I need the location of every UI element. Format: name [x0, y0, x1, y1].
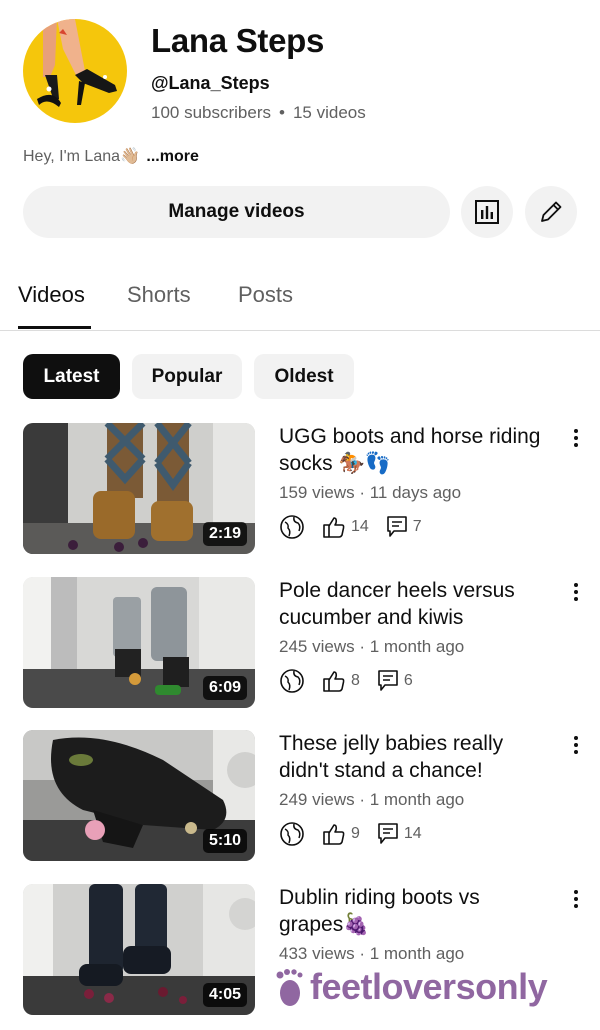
globe-icon	[280, 669, 304, 693]
likes: 9	[321, 821, 360, 847]
legs-illustration	[37, 19, 117, 107]
video-title[interactable]: Dublin riding boots vs grapes🍇	[279, 884, 544, 938]
channel-handle: @Lana_Steps	[151, 73, 270, 93]
channel-tabs: Videos Shorts Posts	[0, 270, 600, 331]
video-stats: 9 14	[279, 820, 438, 848]
video-item[interactable]: 5:10 These jelly babies really didn't st…	[0, 730, 600, 865]
comment-icon	[378, 823, 398, 844]
more-options-icon[interactable]	[568, 888, 584, 910]
view-count: 159 views	[279, 483, 355, 502]
comment-count: 7	[412, 518, 422, 535]
thumbs-up-icon	[323, 671, 345, 692]
video-item[interactable]: 2:19 UGG boots and horse riding socks 🏇👣…	[0, 423, 600, 558]
comment-count: 14	[403, 825, 422, 842]
video-thumbnail[interactable]: 4:05	[23, 884, 255, 1015]
video-thumbnail[interactable]: 6:09	[23, 577, 255, 708]
like-count: 8	[351, 672, 360, 689]
upload-age: 1 month ago	[369, 944, 465, 963]
active-tab-indicator	[18, 326, 91, 329]
video-item[interactable]: 6:09 Pole dancer heels versus cucumber a…	[0, 577, 600, 712]
edit-channel-button[interactable]	[525, 186, 577, 238]
subscriber-count: 100 subscribers	[151, 103, 272, 122]
analytics-button[interactable]	[461, 186, 513, 238]
channel-avatar[interactable]	[23, 19, 127, 123]
like-count: 9	[351, 825, 360, 842]
more-options-icon[interactable]	[568, 734, 584, 756]
watermark: feetloversonly	[272, 965, 548, 1009]
more-link[interactable]: ...more	[146, 148, 198, 165]
view-count: 245 views	[279, 637, 355, 656]
chip-latest[interactable]: Latest	[23, 354, 120, 399]
about-text: Hey, I'm Lana👋🏼	[23, 148, 140, 165]
video-stats: 14 7	[279, 513, 438, 541]
comments: 6	[376, 668, 413, 694]
likes: 8	[321, 668, 360, 694]
upload-age: 1 month ago	[369, 790, 465, 809]
video-duration: 4:05	[202, 983, 247, 1007]
likes: 14	[321, 514, 369, 540]
analytics-icon	[475, 200, 499, 224]
thumbs-up-icon	[323, 517, 345, 538]
visibility	[279, 821, 305, 847]
more-options-icon[interactable]	[568, 427, 584, 449]
like-count: 14	[351, 518, 369, 535]
globe-icon	[280, 822, 304, 846]
chip-popular[interactable]: Popular	[132, 354, 242, 399]
video-stats: 8 6	[279, 667, 429, 695]
comment-icon	[386, 516, 407, 537]
manage-videos-button[interactable]: Manage videos	[23, 186, 450, 238]
footprint-icon	[276, 969, 303, 1006]
video-meta: 433 views · 1 month ago	[279, 944, 465, 963]
video-title[interactable]: These jelly babies really didn't stand a…	[279, 730, 544, 784]
video-meta: 249 views · 1 month ago	[279, 790, 465, 809]
tab-posts[interactable]: Posts	[238, 282, 293, 308]
tab-shorts[interactable]: Shorts	[127, 282, 191, 308]
upload-age: 11 days ago	[369, 483, 462, 502]
comment-icon	[378, 670, 398, 691]
comments: 14	[376, 821, 422, 847]
pencil-icon	[541, 201, 562, 222]
channel-about[interactable]: Hey, I'm Lana👋🏼 ...more	[23, 146, 199, 166]
tab-videos[interactable]: Videos	[18, 282, 85, 308]
watermark-text: feetloversonly	[310, 966, 548, 1007]
view-count: 433 views	[279, 944, 355, 963]
video-thumbnail[interactable]: 2:19	[23, 423, 255, 554]
video-duration: 6:09	[202, 676, 247, 700]
comment-count: 6	[403, 672, 413, 689]
upload-age: 1 month ago	[369, 637, 465, 656]
video-title[interactable]: Pole dancer heels versus cucumber and ki…	[279, 577, 544, 631]
channel-name: Lana Steps	[151, 22, 325, 59]
video-count: 15 videos	[292, 103, 366, 122]
video-meta: 159 views · 11 days ago	[279, 483, 462, 502]
view-count: 249 views	[279, 790, 355, 809]
comments: 7	[385, 514, 422, 540]
video-duration: 5:10	[202, 829, 247, 853]
separator-dot: •	[279, 103, 285, 122]
more-options-icon[interactable]	[568, 581, 584, 603]
chip-oldest[interactable]: Oldest	[254, 354, 354, 399]
video-meta: 245 views · 1 month ago	[279, 637, 465, 656]
globe-icon	[280, 515, 304, 539]
video-title[interactable]: UGG boots and horse riding socks 🏇👣	[279, 423, 544, 477]
visibility	[279, 668, 305, 694]
thumbs-up-icon	[323, 824, 345, 845]
video-thumbnail[interactable]: 5:10	[23, 730, 255, 861]
video-duration: 2:19	[202, 522, 247, 546]
channel-stats: 100 subscribers • 15 videos	[151, 103, 366, 123]
visibility	[279, 514, 305, 540]
